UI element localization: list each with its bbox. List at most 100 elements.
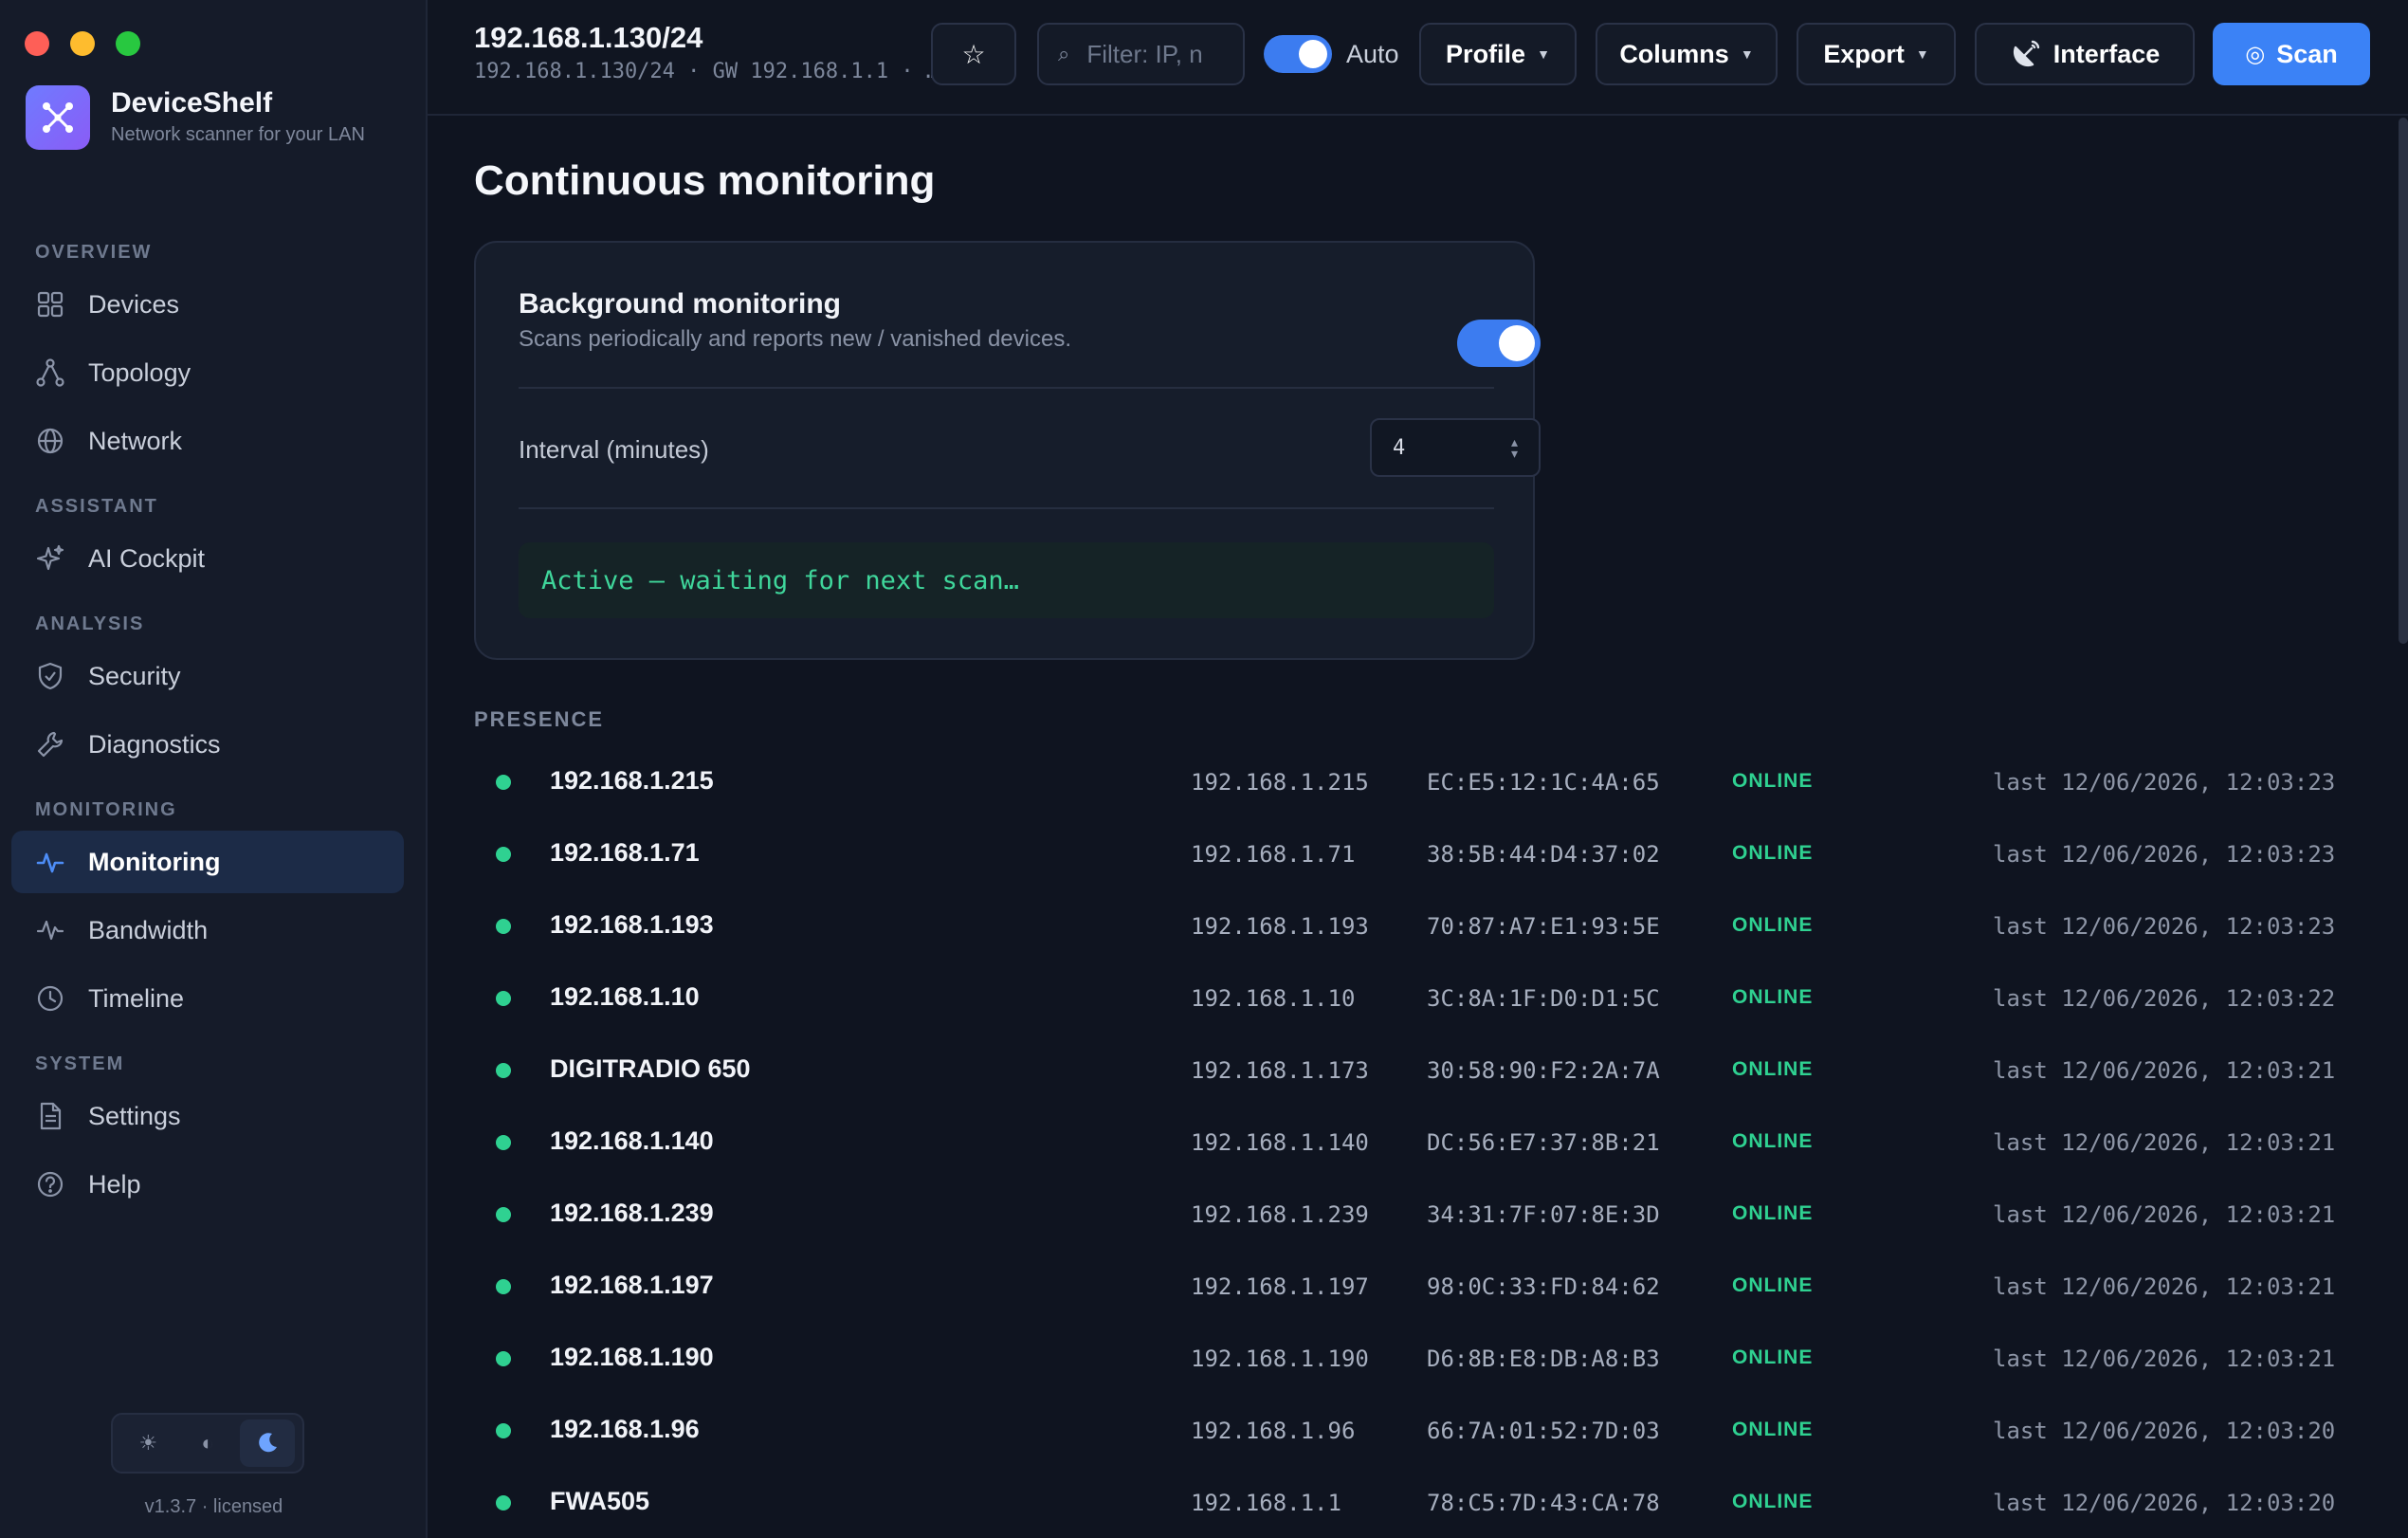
caret-down-icon: ▼ [1915, 46, 1929, 62]
device-ip: 192.168.1.190 [1191, 1346, 1369, 1372]
columns-dropdown[interactable]: Columns ▼ [1596, 23, 1778, 85]
device-name: 192.168.1.10 [550, 982, 700, 1011]
last-seen: last 12/06/2026, 12:03:23 [1993, 913, 2336, 940]
status-badge: ONLINE [1732, 1202, 1814, 1224]
list-item[interactable]: 192.168.1.197 192.168.1.197 98:0C:33:FD:… [474, 1248, 2361, 1320]
maximize-window-button[interactable] [116, 31, 140, 56]
main-scrollbar[interactable] [2399, 118, 2408, 644]
caret-down-icon: ▼ [1740, 46, 1754, 62]
sidebar-item-bandwidth[interactable]: Bandwidth [11, 899, 404, 961]
list-item[interactable]: FWA505 192.168.1.1 78:C5:7D:43:CA:78 ONL… [474, 1464, 2361, 1536]
list-item[interactable]: 192.168.1.190 192.168.1.190 D6:8B:E8:DB:… [474, 1320, 2361, 1392]
interface-button[interactable]: Interface [1975, 23, 2195, 85]
interface-label: Interface [2052, 39, 2161, 68]
device-name: FWA505 [550, 1487, 650, 1515]
scan-label: Scan [2276, 39, 2338, 68]
toolbar: 192.168.1.130/24 192.168.1.130/24 · GW 1… [428, 0, 2408, 116]
sidebar-item-ai-cockpit[interactable]: AI Cockpit [11, 527, 404, 590]
device-name: DIGITRADIO 650 [550, 1054, 751, 1083]
last-seen: last 12/06/2026, 12:03:21 [1993, 1201, 2336, 1228]
sidebar-item-label: Bandwidth [88, 915, 209, 944]
favorite-button[interactable]: ☆ [931, 23, 1016, 85]
last-seen: last 12/06/2026, 12:03:21 [1993, 1273, 2336, 1300]
device-ip: 192.168.1.96 [1191, 1418, 1356, 1444]
light-theme-button[interactable]: ☀ [120, 1419, 175, 1467]
last-seen: last 12/06/2026, 12:03:22 [1993, 985, 2336, 1012]
device-mac: 66:7A:01:52:7D:03 [1427, 1418, 1660, 1444]
close-window-button[interactable] [25, 31, 49, 56]
columns-label: Columns [1619, 39, 1729, 68]
radar-icon: ◎ [2245, 41, 2266, 67]
device-name: 192.168.1.197 [550, 1271, 714, 1299]
topology-icon [36, 358, 64, 387]
list-item[interactable]: 192.168.1.193 192.168.1.193 70:87:A7:E1:… [474, 888, 2361, 960]
online-dot-icon [496, 1207, 511, 1222]
last-seen: last 12/06/2026, 12:03:21 [1993, 1057, 2336, 1084]
list-item[interactable]: 192.168.1.71 192.168.1.71 38:5B:44:D4:37… [474, 815, 2361, 888]
presence-heading: PRESENCE [474, 707, 605, 731]
background-monitoring-toggle[interactable] [1457, 320, 1541, 367]
status-badge: ONLINE [1732, 1130, 1814, 1152]
auto-scan-toggle[interactable] [1264, 35, 1332, 73]
sidebar-item-security[interactable]: Security [11, 645, 404, 707]
list-item[interactable]: 192.168.1.140 192.168.1.140 DC:56:E7:37:… [474, 1104, 2361, 1176]
sun-icon: ☀ [138, 1431, 158, 1455]
card-title: Background monitoring [519, 288, 841, 320]
dark-theme-button[interactable] [239, 1419, 295, 1467]
sidebar-item-diagnostics[interactable]: Diagnostics [11, 713, 404, 776]
export-label: Export [1823, 39, 1905, 68]
list-item[interactable]: 192.168.1.10 192.168.1.10 3C:8A:1F:D0:D1… [474, 960, 2361, 1032]
sidebar-item-timeline[interactable]: Timeline [11, 967, 404, 1030]
list-item[interactable]: DIGITRADIO 650 192.168.1.173 30:58:90:F2… [474, 1032, 2361, 1104]
status-badge: ONLINE [1732, 914, 1814, 936]
device-ip: 192.168.1.140 [1191, 1129, 1369, 1156]
app-tagline: Network scanner for your LAN [111, 124, 365, 145]
device-ip: 192.168.1.173 [1191, 1057, 1369, 1084]
status-badge: ONLINE [1732, 1491, 1814, 1512]
profile-dropdown[interactable]: Profile ▼ [1419, 23, 1577, 85]
document-icon [40, 1102, 62, 1130]
sidebar-item-settings[interactable]: Settings [11, 1085, 404, 1147]
sidebar-item-network[interactable]: Network [11, 410, 404, 472]
list-item[interactable]: 192.168.1.239 192.168.1.239 34:31:7F:07:… [474, 1176, 2361, 1248]
sidebar-item-label: Network [88, 426, 183, 455]
sidebar-item-label: Monitoring [88, 847, 221, 876]
card-description: Scans periodically and reports new / van… [519, 326, 1071, 352]
sidebar-item-label: Settings [88, 1101, 181, 1130]
sidebar-item-label: AI Cockpit [88, 543, 206, 573]
nav-section-title: ASSISTANT [35, 496, 158, 517]
list-item[interactable]: 192.168.1.96 192.168.1.96 66:7A:01:52:7D… [474, 1392, 2361, 1464]
sidebar-item-help[interactable]: Help [11, 1153, 404, 1216]
search-input[interactable] [1086, 39, 1230, 69]
export-dropdown[interactable]: Export ▼ [1797, 23, 1956, 85]
status-badge: ONLINE [1732, 986, 1814, 1008]
auto-theme-button[interactable]: ◐ [180, 1419, 235, 1467]
interval-input[interactable] [1393, 435, 1487, 460]
pulse-icon [36, 852, 64, 873]
last-seen: last 12/06/2026, 12:03:21 [1993, 1129, 2336, 1156]
nav-section-title: ANALYSIS [35, 613, 145, 634]
online-dot-icon [496, 847, 511, 862]
online-dot-icon [496, 991, 511, 1006]
network-title: 192.168.1.130/24 [474, 21, 703, 54]
device-mac: EC:E5:12:1C:4A:65 [1427, 769, 1660, 796]
list-item[interactable]: 192.168.1.215 192.168.1.215 EC:E5:12:1C:… [474, 743, 2361, 815]
online-dot-icon [496, 1495, 511, 1511]
device-name: 192.168.1.193 [550, 910, 714, 939]
nav-section-title: MONITORING [35, 799, 177, 820]
sidebar-item-devices[interactable]: Devices [11, 273, 404, 336]
sidebar-item-monitoring[interactable]: Monitoring [11, 831, 404, 893]
sidebar-item-topology[interactable]: Topology [11, 341, 404, 404]
sparkle-icon [36, 544, 64, 571]
interval-label: Interval (minutes) [519, 435, 709, 464]
device-mac: 34:31:7F:07:8E:3D [1427, 1201, 1660, 1228]
divider [519, 387, 1494, 389]
app-version: v1.3.7 · licensed [144, 1496, 283, 1517]
contrast-icon: ◐ [201, 1431, 214, 1455]
stepper-arrows-icon[interactable]: ▴ ▾ [1511, 435, 1518, 460]
device-mac: 78:C5:7D:43:CA:78 [1427, 1490, 1660, 1516]
device-ip: 192.168.1.193 [1191, 913, 1369, 940]
minimize-window-button[interactable] [70, 31, 95, 56]
online-dot-icon [496, 1351, 511, 1366]
scan-button[interactable]: ◎ Scan [2213, 23, 2370, 85]
